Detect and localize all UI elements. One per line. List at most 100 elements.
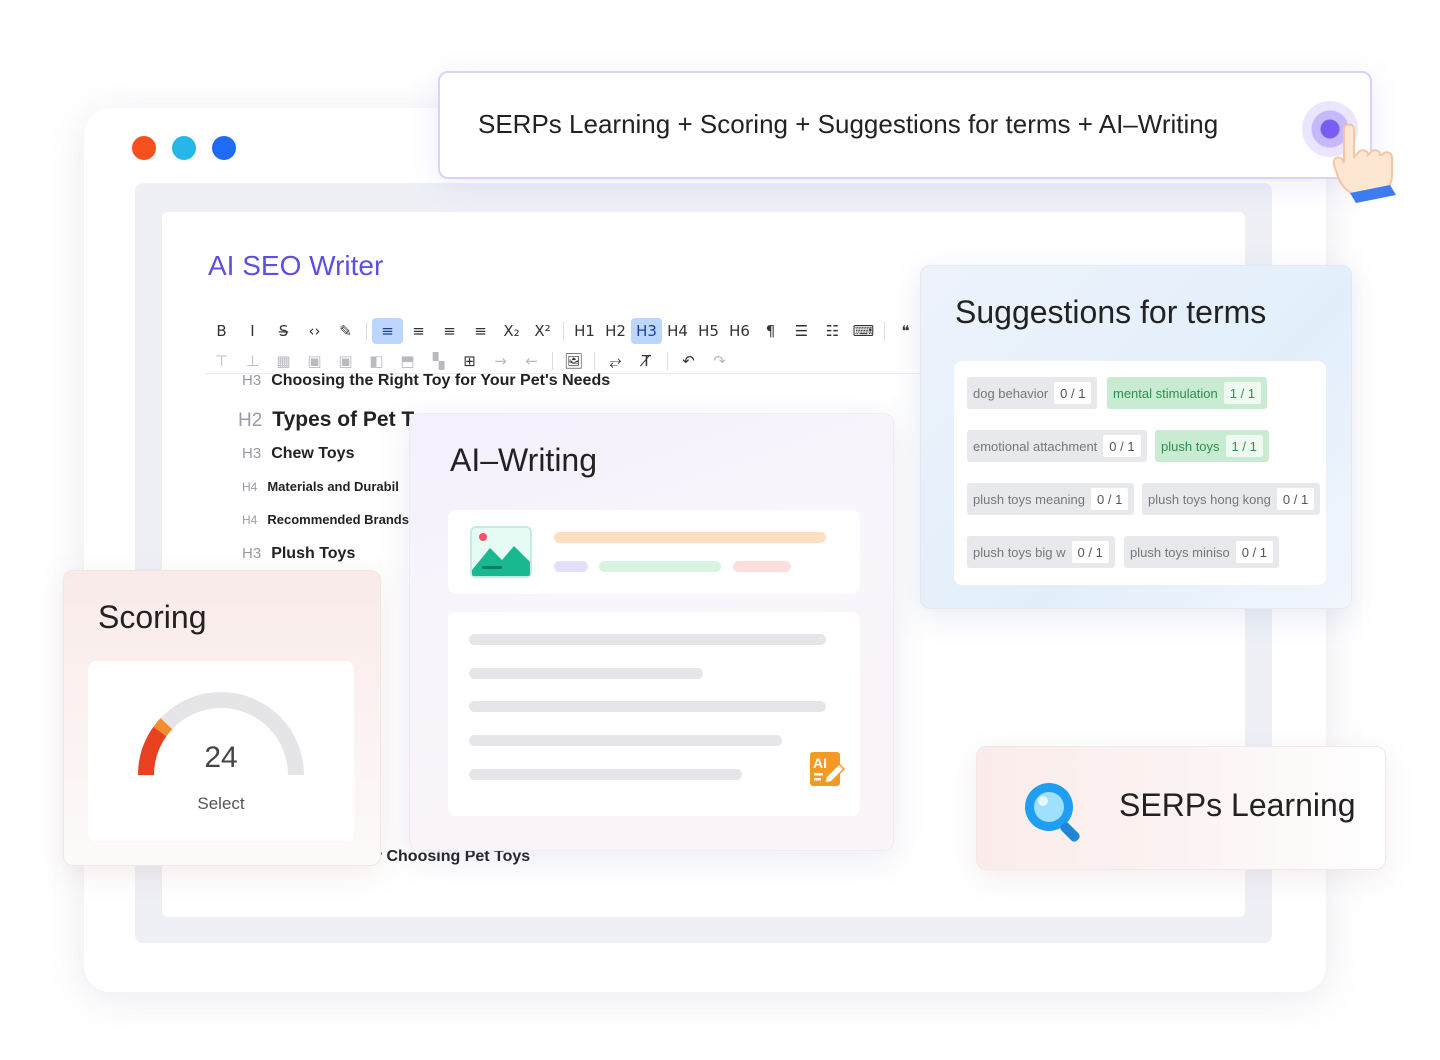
- table-c-button[interactable]: ▣: [330, 348, 361, 374]
- highlight-button[interactable]: ✎: [330, 318, 361, 344]
- quote-button[interactable]: ❝: [890, 318, 921, 344]
- heading-level-tag: H3: [242, 545, 262, 562]
- outline-text: Choosing the Right Toy for Your Pet's Ne…: [271, 372, 611, 389]
- h6-button[interactable]: H6: [724, 318, 755, 344]
- ai-writing-card: AI–Writing AI: [409, 413, 894, 851]
- term-label: plush toys miniso: [1130, 544, 1230, 560]
- window-controls: [132, 136, 236, 160]
- redo-button[interactable]: ↷: [704, 348, 735, 374]
- insert-row-below-button[interactable]: ⊥: [237, 348, 268, 374]
- h4-button[interactable]: H4: [662, 318, 693, 344]
- placeholder-bar: [554, 561, 588, 572]
- placeholder-bar: [599, 561, 721, 572]
- align-justify-button[interactable]: ≡: [465, 318, 496, 344]
- outline-item[interactable]: H3 Chew Toys: [242, 445, 354, 463]
- toolbar-row-1: B I S̶ ‹› ✎ ≡ ≡ ≡ ≡ X₂ X² H1 H2 H3 H4 H5 H6 ¶ ☰ ☷ ⌨ ❝: [206, 318, 921, 344]
- pointing-hand-icon: [1332, 123, 1396, 203]
- table-button[interactable]: ⊞: [454, 348, 485, 374]
- arrow-right-button[interactable]: →: [485, 348, 516, 374]
- ai-write-icon[interactable]: AI: [809, 751, 845, 789]
- italic-button[interactable]: I: [237, 318, 268, 344]
- align-center-button[interactable]: ≡: [403, 318, 434, 344]
- suggestions-title: Suggestions for terms: [955, 294, 1267, 330]
- toolbar-separator: [594, 352, 595, 370]
- wrap-button[interactable]: ⥂: [600, 348, 631, 374]
- score-select-label[interactable]: Select: [88, 794, 354, 814]
- insert-row-above-button[interactable]: ⊤: [206, 348, 237, 374]
- term-label: plush toys meaning: [973, 491, 1086, 507]
- term-chip[interactable]: plush toys meaning 0 / 1: [967, 483, 1135, 515]
- table-b-button[interactable]: ▣: [299, 348, 330, 374]
- outline-item[interactable]: H3 Choosing the Right Toy for Your Pet's …: [242, 372, 610, 390]
- outline-item[interactable]: H2 Types of Pet To: [238, 408, 426, 432]
- toolbar-separator: [884, 322, 885, 340]
- term-count: 0 / 1: [1276, 488, 1315, 510]
- term-count: 0 / 1: [1103, 435, 1141, 457]
- term-chip[interactable]: dog behavior 0 / 1: [967, 377, 1098, 409]
- minimize-dot[interactable]: [172, 136, 196, 160]
- feature-banner: SERPs Learning + Scoring + Suggestions f…: [438, 71, 1396, 203]
- code-block-button[interactable]: ⌨: [848, 318, 879, 344]
- term-count: 0 / 1: [1054, 382, 1092, 404]
- maximize-dot[interactable]: [212, 136, 236, 160]
- outline-item[interactable]: H4 Recommended Brands: [242, 512, 409, 527]
- term-count: 0 / 1: [1071, 541, 1109, 563]
- row-button[interactable]: ⬒: [392, 348, 423, 374]
- toolbar-separator: [366, 322, 367, 340]
- code-button[interactable]: ‹›: [299, 318, 330, 344]
- heading-level-tag: H4: [242, 480, 258, 494]
- term-chip[interactable]: plush toys hong kong 0 / 1: [1142, 483, 1321, 515]
- term-count: 1 / 1: [1225, 435, 1263, 457]
- term-chip[interactable]: plush toys miniso 0 / 1: [1124, 536, 1280, 568]
- strikethrough-button[interactable]: S̶: [268, 318, 299, 344]
- clear-format-button[interactable]: T̸: [631, 348, 662, 374]
- close-dot[interactable]: [132, 136, 156, 160]
- align-right-button[interactable]: ≡: [434, 318, 465, 344]
- score-gauge-panel: 24 Select: [88, 661, 354, 841]
- heading-level-tag: H4: [242, 513, 258, 527]
- h2-button[interactable]: H2: [600, 318, 631, 344]
- undo-button[interactable]: ↶: [673, 348, 704, 374]
- term-label: plush toys: [1161, 438, 1220, 454]
- superscript-button[interactable]: X²: [527, 318, 558, 344]
- ai-writing-preview: [448, 510, 860, 594]
- term-chip[interactable]: emotional attachment 0 / 1: [967, 430, 1147, 462]
- scoring-card: Scoring 24 Select: [63, 570, 381, 866]
- merge-button[interactable]: ▚: [423, 348, 454, 374]
- h3-button[interactable]: H3: [631, 318, 662, 344]
- bullet-list-button[interactable]: ☰: [786, 318, 817, 344]
- toolbar-separator: [552, 352, 553, 370]
- outline-text: Chew Toys: [271, 445, 355, 462]
- paragraph-button[interactable]: ¶: [755, 318, 786, 344]
- image-icon: [470, 526, 532, 578]
- term-chip[interactable]: mental stimulation 1 / 1: [1107, 377, 1268, 409]
- subscript-button[interactable]: X₂: [496, 318, 527, 344]
- magnifier-icon: [1025, 783, 1080, 842]
- app-title: AI SEO Writer: [208, 250, 384, 281]
- text-line: [469, 668, 703, 679]
- serps-learning-card: SERPs Learning: [976, 746, 1386, 870]
- table-a-button[interactable]: ▦: [268, 348, 299, 374]
- term-label: emotional attachment: [973, 438, 1098, 454]
- h5-button[interactable]: H5: [693, 318, 724, 344]
- ai-writing-content: AI: [448, 612, 860, 816]
- heading-level-tag: H3: [242, 445, 262, 462]
- suggestions-list: dog behavior 0 / 1 mental stimulation 1 / 1…: [954, 361, 1326, 585]
- ordered-list-button[interactable]: ☷: [817, 318, 848, 344]
- suggestions-card: Suggestions for terms dog behavior 0 / 1 m…: [920, 265, 1352, 609]
- outline-text: Plush Toys: [271, 545, 356, 562]
- align-left-button[interactable]: ≡: [372, 318, 403, 344]
- bold-button[interactable]: B: [206, 318, 237, 344]
- h1-button[interactable]: H1: [569, 318, 600, 344]
- image-button[interactable]: 🖼: [558, 348, 589, 374]
- term-chip[interactable]: plush toys 1 / 1: [1155, 430, 1269, 462]
- outline-text: Types of Pet To: [272, 408, 426, 431]
- text-line: [469, 701, 826, 712]
- outline-item[interactable]: H4 Materials and Durabil: [242, 479, 399, 494]
- arrow-left-button[interactable]: ←: [516, 348, 547, 374]
- term-chip[interactable]: plush toys big w 0 / 1: [967, 536, 1115, 568]
- outline-item[interactable]: H3 Plush Toys: [242, 545, 355, 563]
- term-label: dog behavior: [973, 385, 1049, 401]
- score-value: 24: [204, 741, 238, 774]
- column-button[interactable]: ◧: [361, 348, 392, 374]
